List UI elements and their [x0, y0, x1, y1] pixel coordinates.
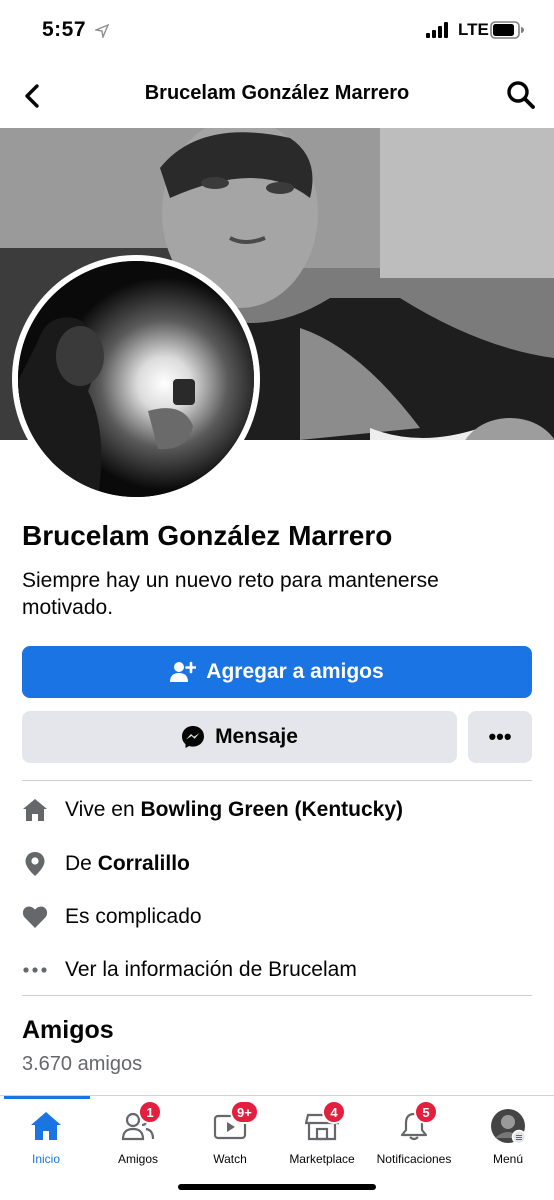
tab-marketplace[interactable]: 4 Marketplace — [276, 1100, 368, 1168]
home-indicator[interactable] — [178, 1184, 376, 1190]
lives-prefix: Vive en — [65, 798, 141, 821]
messenger-icon — [182, 726, 205, 748]
menu-avatar-icon — [490, 1108, 526, 1144]
heart-icon — [22, 904, 48, 930]
battery-icon — [490, 21, 524, 39]
tab-label: Marketplace — [289, 1152, 355, 1166]
tab-notifications[interactable]: 5 Notificaciones — [368, 1100, 460, 1168]
tab-label: Amigos — [117, 1152, 158, 1166]
relationship-text: Es complicado — [65, 905, 202, 928]
signal-icon — [426, 22, 448, 38]
profile-name: Brucelam González Marrero — [22, 520, 393, 551]
info-see-more[interactable]: Ver la información de Brucelam — [22, 950, 532, 990]
house-icon — [22, 797, 48, 823]
tab-label: Inicio — [31, 1152, 60, 1166]
more-options-icon: ••• — [488, 724, 512, 749]
divider — [22, 780, 532, 781]
search-button[interactable] — [504, 78, 538, 112]
tab-friends[interactable]: 1 Amigos — [92, 1100, 184, 1168]
add-friend-label: Agregar a amigos — [206, 660, 384, 683]
network-type: LTE — [458, 20, 489, 39]
more-options-button[interactable]: ••• — [468, 711, 532, 763]
divider — [22, 995, 532, 996]
notification-badge: 5 — [414, 1100, 438, 1124]
friends-section-title: Amigos — [22, 1016, 114, 1044]
nav-header: Brucelam González Marrero — [0, 62, 554, 128]
marketplace-icon: 4 — [304, 1100, 346, 1144]
tab-home[interactable]: Inicio — [0, 1108, 92, 1168]
home-icon — [28, 1108, 64, 1144]
location-pin-icon — [22, 851, 48, 877]
tab-label: Watch — [213, 1152, 247, 1166]
profile-bio: Siempre hay un nuevo reto para manteners… — [22, 569, 439, 619]
from-prefix: De — [65, 852, 98, 875]
profile-avatar[interactable] — [12, 255, 260, 503]
notification-badge: 4 — [322, 1100, 346, 1124]
notification-badge: 9+ — [230, 1100, 259, 1124]
message-label: Mensaje — [215, 725, 298, 748]
add-friend-icon — [170, 661, 197, 682]
status-time: 5:57 — [42, 18, 87, 41]
add-friend-button[interactable]: Agregar a amigos — [22, 646, 532, 698]
avatar-image — [18, 261, 254, 497]
bell-icon: 5 — [396, 1100, 438, 1144]
lives-value[interactable]: Bowling Green (Kentucky) — [141, 798, 404, 822]
watch-icon: 9+ — [212, 1100, 259, 1144]
info-from: De Corralillo — [22, 844, 532, 884]
tab-label: Menú — [492, 1152, 524, 1166]
notification-badge: 1 — [138, 1100, 162, 1124]
friends-count: 3.670 amigos — [22, 1053, 143, 1075]
friends-icon: 1 — [120, 1100, 162, 1144]
see-info-link[interactable]: Ver la información de Brucelam — [65, 958, 357, 982]
active-tab-indicator — [4, 1096, 90, 1099]
status-bar: 5:57 LTE — [0, 0, 554, 62]
search-icon — [507, 81, 535, 109]
message-button[interactable]: Mensaje — [22, 711, 457, 763]
tab-menu[interactable]: Menú — [462, 1108, 554, 1168]
tab-watch[interactable]: 9+ Watch — [184, 1100, 276, 1168]
info-relationship: Es complicado — [22, 897, 532, 937]
from-value[interactable]: Corralillo — [98, 852, 190, 876]
location-arrow-icon — [95, 24, 109, 38]
tab-label: Notificaciones — [376, 1152, 452, 1166]
info-lives-in: Vive en Bowling Green (Kentucky) — [22, 790, 532, 830]
ellipsis-icon — [22, 957, 48, 983]
header-title: Brucelam González Marrero — [144, 82, 410, 104]
